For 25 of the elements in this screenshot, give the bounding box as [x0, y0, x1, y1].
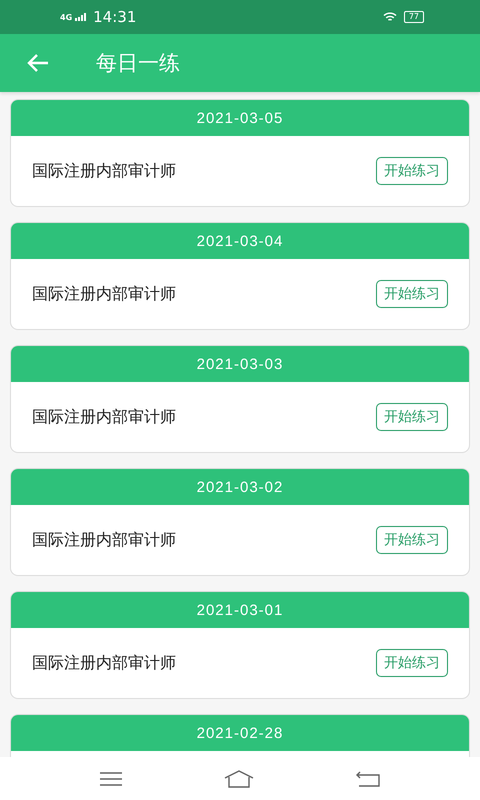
exam-name: 国际注册内部审计师 [32, 530, 176, 550]
start-practice-button[interactable]: 开始练习 [376, 526, 448, 554]
card-date: 2021-03-04 [196, 232, 284, 250]
network-indicator: 4G [60, 12, 72, 22]
menu-icon[interactable] [100, 770, 122, 786]
exam-name: 国际注册内部审计师 [32, 160, 176, 182]
start-practice-button[interactable]: 开始练习 [376, 280, 448, 308]
battery-indicator: 77 [404, 11, 424, 23]
card-date: 2021-02-28 [196, 724, 284, 742]
card-date: 2021-03-03 [196, 356, 284, 372]
page-title: 每日一练 [96, 50, 180, 77]
start-practice-button[interactable]: 开始练习 [376, 403, 448, 431]
status-time: 14:31 [93, 8, 136, 26]
exam-name: 国际注册内部审计师 [32, 652, 176, 674]
start-practice-button[interactable]: 开始练习 [376, 157, 448, 185]
wifi-icon [382, 12, 397, 22]
start-practice-button[interactable]: 开始练习 [376, 649, 448, 677]
back-icon[interactable] [356, 770, 380, 786]
home-icon[interactable] [224, 770, 254, 788]
card-date: 2021-03-05 [196, 110, 284, 126]
exam-name: 国际注册内部审计师 [32, 406, 176, 428]
card-date: 2021-03-01 [196, 602, 284, 618]
card-date: 2021-03-02 [196, 478, 284, 496]
signal-icon [75, 13, 88, 21]
exam-name: 国际注册内部审计师 [32, 284, 176, 304]
